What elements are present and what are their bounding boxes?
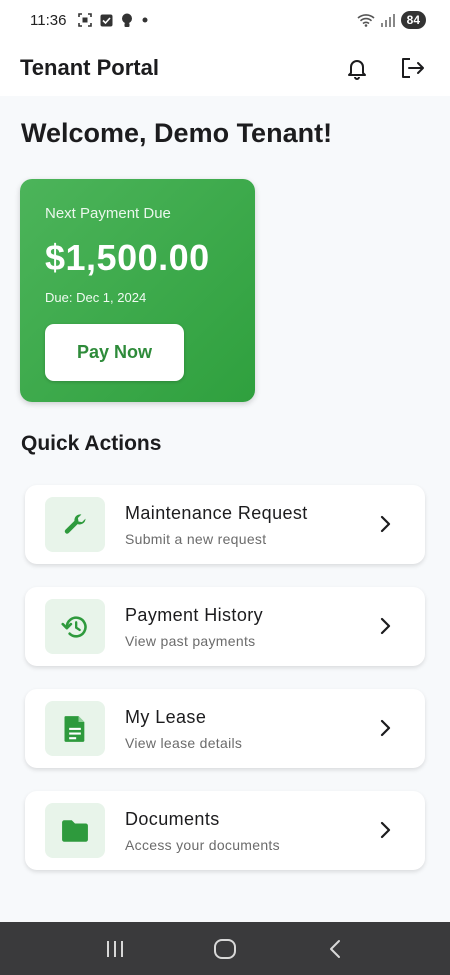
wifi-icon [357, 13, 375, 27]
action-subtitle: Access your documents [125, 837, 280, 853]
action-maintenance-request[interactable]: Maintenance Request Submit a new request [25, 485, 425, 564]
status-time: 11:36 [30, 11, 67, 29]
app-bar-actions [340, 51, 430, 85]
battery-indicator: 84 [400, 11, 426, 29]
screenshot-icon [78, 13, 93, 27]
action-icon-container [45, 803, 105, 858]
quick-actions-heading: Quick Actions [21, 432, 162, 455]
action-title: Payment History [125, 605, 264, 625]
signal-icon [380, 13, 395, 27]
action-icon-container [45, 497, 105, 552]
action-title: Documents [125, 809, 220, 829]
action-subtitle: Submit a new request [125, 531, 267, 547]
back-button[interactable] [315, 929, 355, 969]
action-subtitle: View lease details [125, 735, 243, 751]
home-icon [214, 938, 236, 959]
action-documents[interactable]: Documents Access your documents [25, 791, 425, 870]
system-nav-bar [0, 922, 450, 975]
chevron-right-icon [380, 719, 391, 737]
payment-due-date: Due: Dec 1, 2024 [45, 290, 147, 305]
folder-icon [62, 819, 88, 842]
action-icon-container [45, 701, 105, 756]
history-icon [61, 615, 87, 638]
status-left: 11:36 [30, 12, 149, 29]
app-bar: Tenant Portal [0, 40, 450, 96]
action-title: Maintenance Request [125, 503, 308, 523]
action-title: My Lease [125, 707, 207, 727]
chevron-right-icon [380, 617, 391, 635]
action-my-lease[interactable]: My Lease View lease details [25, 689, 425, 768]
logout-icon [402, 58, 424, 78]
notifications-button[interactable] [340, 51, 374, 85]
recents-button[interactable] [95, 929, 135, 969]
document-icon [64, 715, 85, 742]
action-payment-history[interactable]: Payment History View past payments [25, 587, 425, 666]
app-title: Tenant Portal [20, 55, 159, 80]
payment-label: Next Payment Due [45, 205, 171, 222]
wrench-icon [64, 513, 86, 534]
back-icon [330, 939, 340, 958]
pay-now-button[interactable]: Pay Now [45, 324, 184, 381]
chevron-right-icon [380, 821, 391, 839]
welcome-heading: Welcome, Demo Tenant! [21, 118, 333, 148]
status-bar: 11:36 84 [0, 0, 450, 40]
recents-icon [107, 940, 123, 957]
logout-button[interactable] [396, 51, 430, 85]
check-box-icon [100, 14, 113, 27]
status-right: 84 [357, 11, 426, 29]
bell-icon [348, 60, 366, 80]
bulb-icon [121, 13, 133, 28]
main-content: Welcome, Demo Tenant! Next Payment Due $… [0, 96, 450, 922]
payment-amount: $1,500.00 [45, 237, 210, 278]
home-button[interactable] [205, 929, 245, 969]
payment-card: Next Payment Due $1,500.00 Due: Dec 1, 2… [20, 179, 255, 402]
action-subtitle: View past payments [125, 633, 256, 649]
action-icon-container [45, 599, 105, 654]
chevron-right-icon [380, 515, 391, 533]
dot-icon [141, 16, 149, 24]
